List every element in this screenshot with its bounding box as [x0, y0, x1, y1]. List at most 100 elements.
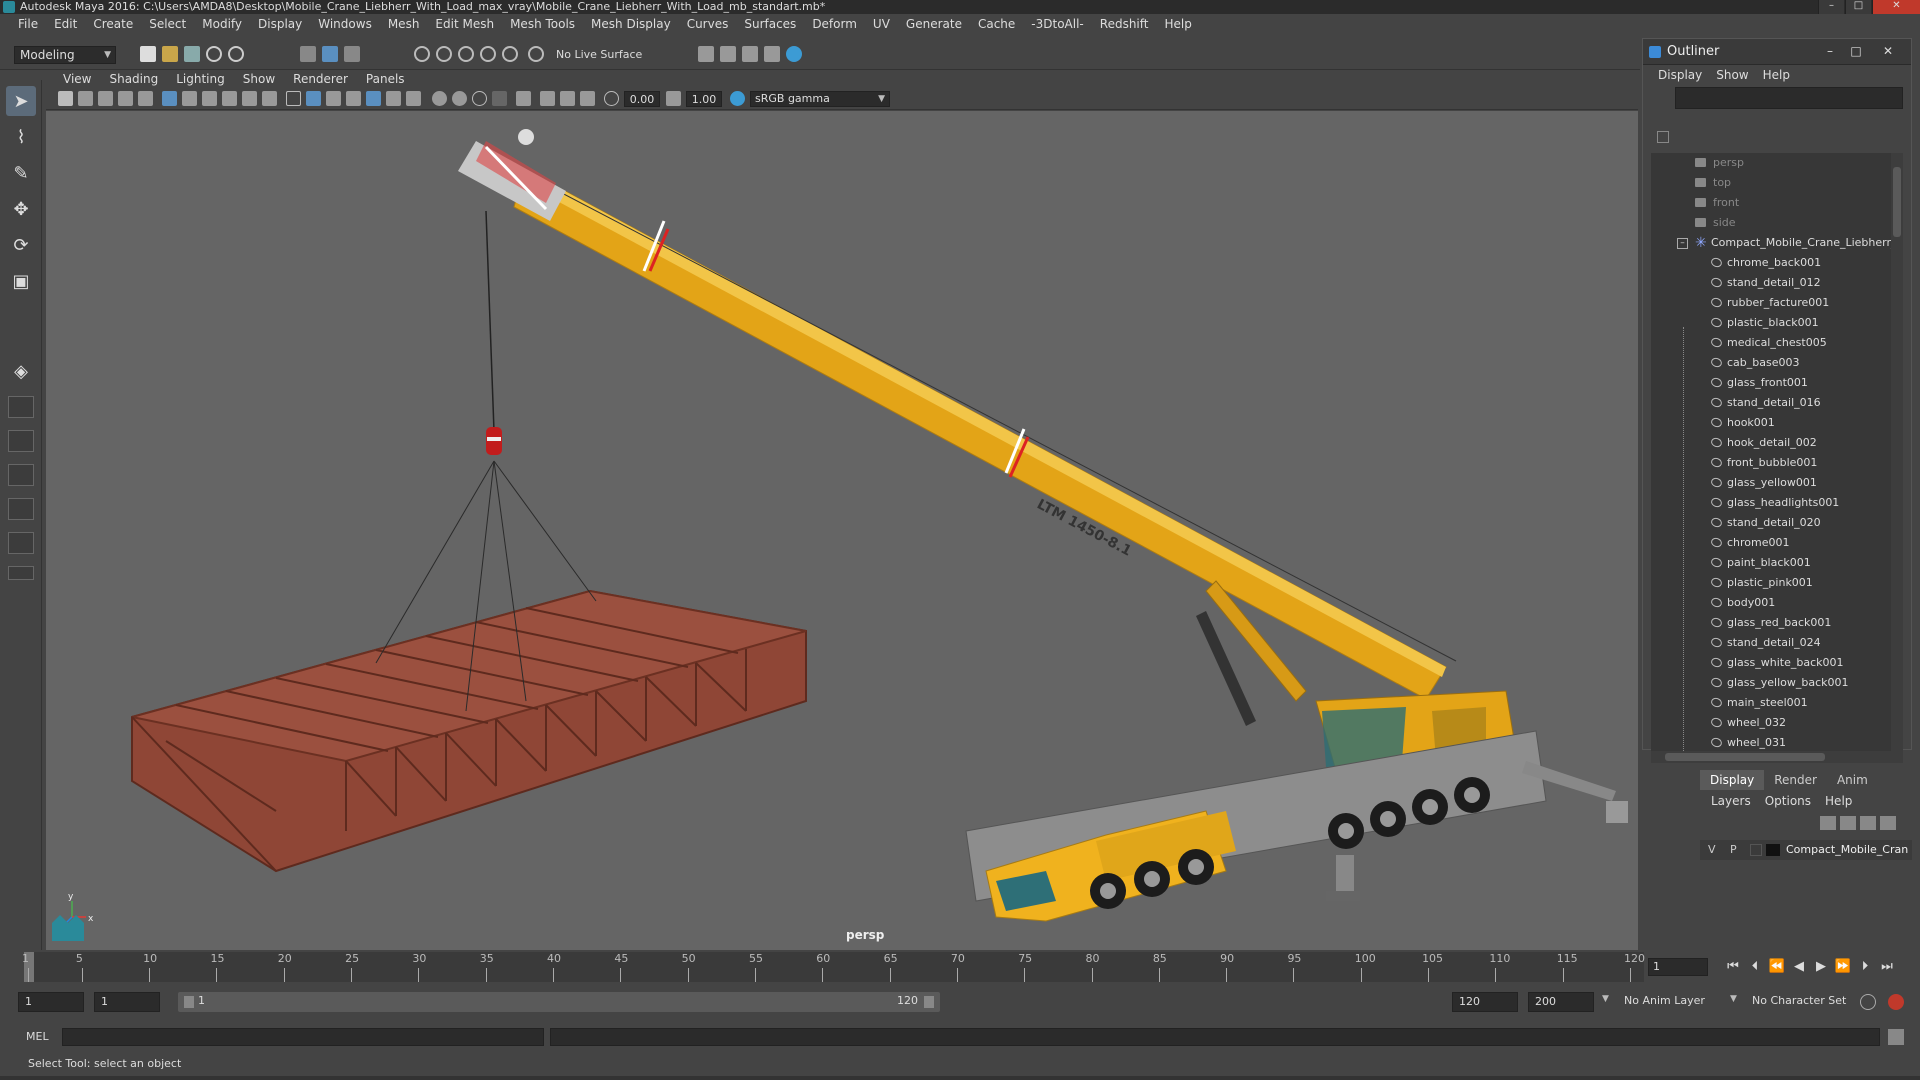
- open-scene-icon[interactable]: [162, 46, 178, 62]
- undo-icon[interactable]: [206, 46, 222, 62]
- step-back-key-icon[interactable]: ⏪: [1768, 958, 1786, 976]
- resolution-gate-icon[interactable]: [202, 91, 217, 106]
- render-frame-icon[interactable]: [720, 46, 736, 62]
- auto-key-icon[interactable]: [1860, 994, 1876, 1010]
- animation-start-field[interactable]: 1: [18, 992, 84, 1012]
- outliner-item[interactable]: stand_detail_020: [1651, 513, 1903, 533]
- exposure-field[interactable]: 0.00: [624, 91, 660, 107]
- minimize-button[interactable]: –: [1818, 0, 1844, 14]
- layer-visibility-toggle[interactable]: V: [1708, 840, 1716, 860]
- outliner-minimize-button[interactable]: –: [1821, 43, 1839, 59]
- xray-active-components-icon[interactable]: [560, 91, 575, 106]
- range-slider[interactable]: 1 120: [178, 992, 940, 1012]
- anim-layer-dropdown-icon[interactable]: ▼: [1602, 994, 1609, 1004]
- four-view-layout-icon[interactable]: [8, 396, 34, 418]
- outliner-item[interactable]: chrome_back001: [1651, 253, 1903, 273]
- playback-end-field[interactable]: 120: [1452, 992, 1518, 1012]
- menu-windows[interactable]: Windows: [310, 17, 380, 31]
- exposure-icon[interactable]: [604, 91, 619, 106]
- scrollbar-thumb[interactable]: [1665, 753, 1825, 761]
- panel-menu-show[interactable]: Show: [234, 72, 284, 86]
- perspective-viewport[interactable]: LTM 1450-8.1 y x persp: [46, 111, 1638, 950]
- menu-curves[interactable]: Curves: [679, 17, 737, 31]
- outliner-item-side[interactable]: side: [1651, 213, 1903, 233]
- field-chart-icon[interactable]: [242, 91, 257, 106]
- outliner-item[interactable]: medical_chest005: [1651, 333, 1903, 353]
- panel-menu-renderer[interactable]: Renderer: [284, 72, 357, 86]
- select-by-hierarchy-icon[interactable]: [300, 46, 316, 62]
- playback-start-field[interactable]: 1: [94, 992, 160, 1012]
- menu-3dtoall[interactable]: -3DtoAll-: [1023, 17, 1091, 31]
- snap-live-icon[interactable]: [502, 46, 518, 62]
- menu-mesh-display[interactable]: Mesh Display: [583, 17, 679, 31]
- maximize-button[interactable]: □: [1845, 0, 1871, 14]
- outliner-item[interactable]: paint_black001: [1651, 553, 1903, 573]
- character-set-selector[interactable]: No Character Set: [1752, 994, 1846, 1007]
- menu-mesh-tools[interactable]: Mesh Tools: [502, 17, 583, 31]
- make-live-icon[interactable]: [528, 46, 544, 62]
- move-layer-down-icon[interactable]: [1840, 816, 1856, 830]
- outliner-item[interactable]: hook_detail_002: [1651, 433, 1903, 453]
- xray-icon[interactable]: [540, 91, 555, 106]
- outliner-menu-show[interactable]: Show: [1709, 68, 1755, 82]
- last-tool-icon[interactable]: ◈: [6, 356, 36, 386]
- scale-tool-icon[interactable]: ▣: [6, 266, 36, 296]
- smooth-shade-icon[interactable]: [306, 91, 321, 106]
- select-tool-icon[interactable]: ➤: [6, 86, 36, 116]
- script-editor-icon[interactable]: [1888, 1029, 1904, 1045]
- step-back-frame-icon[interactable]: ⏴: [1746, 958, 1764, 976]
- live-surface-label[interactable]: No Live Surface: [556, 46, 642, 64]
- menu-edit[interactable]: Edit: [46, 17, 85, 31]
- ipr-render-icon[interactable]: [742, 46, 758, 62]
- wireframe-icon[interactable]: [286, 91, 301, 106]
- go-to-end-icon[interactable]: ⏭: [1878, 958, 1896, 976]
- outliner-close-button[interactable]: ✕: [1879, 43, 1897, 59]
- outliner-item[interactable]: body001: [1651, 593, 1903, 613]
- outliner-item[interactable]: stand_detail_012: [1651, 273, 1903, 293]
- outliner-search-field[interactable]: [1675, 87, 1903, 109]
- animation-end-field[interactable]: 200: [1528, 992, 1594, 1012]
- outliner-item[interactable]: glass_red_back001: [1651, 613, 1903, 633]
- shadows-icon[interactable]: [406, 91, 421, 106]
- menu-create[interactable]: Create: [85, 17, 141, 31]
- outliner-item[interactable]: chrome001: [1651, 533, 1903, 553]
- hypershade-layout-icon[interactable]: [8, 532, 34, 554]
- tab-display[interactable]: Display: [1700, 770, 1765, 790]
- menu-edit-mesh[interactable]: Edit Mesh: [427, 17, 502, 31]
- redo-icon[interactable]: [228, 46, 244, 62]
- rotate-tool-icon[interactable]: ⟳: [6, 230, 36, 260]
- outliner-item[interactable]: glass_white_back001: [1651, 653, 1903, 673]
- go-to-start-icon[interactable]: ⏮: [1724, 958, 1742, 976]
- layer-display-type-toggle[interactable]: [1750, 844, 1762, 856]
- camera-attributes-icon[interactable]: [78, 91, 93, 106]
- grease-pencil-icon[interactable]: [138, 91, 153, 106]
- save-scene-icon[interactable]: [184, 46, 200, 62]
- outliner-persp-layout-icon[interactable]: [8, 464, 34, 486]
- layer-color-swatch[interactable]: [1766, 844, 1780, 856]
- outliner-tree[interactable]: persp top front side – ✳ Compact_Mobile_…: [1651, 153, 1903, 763]
- menu-file[interactable]: File: [10, 17, 46, 31]
- outliner-item[interactable]: glass_headlights001: [1651, 493, 1903, 513]
- view-transform-selector[interactable]: sRGB gamma: [750, 91, 890, 107]
- layer-playback-toggle[interactable]: P: [1730, 840, 1737, 860]
- menu-modify[interactable]: Modify: [194, 17, 250, 31]
- panel-menu-shading[interactable]: Shading: [100, 72, 167, 86]
- gate-mask-icon[interactable]: [222, 91, 237, 106]
- animation-preferences-icon[interactable]: [1888, 994, 1904, 1010]
- outliner-item[interactable]: wheel_032: [1651, 713, 1903, 733]
- snap-point-icon[interactable]: [458, 46, 474, 62]
- time-slider-track[interactable]: [24, 952, 1644, 982]
- menu-help[interactable]: Help: [1156, 17, 1199, 31]
- current-frame-field[interactable]: 1: [1648, 958, 1708, 976]
- layer-menu-layers[interactable]: Layers: [1704, 794, 1758, 808]
- outliner-item[interactable]: main_steel001: [1651, 693, 1903, 713]
- select-by-object-icon[interactable]: [322, 46, 338, 62]
- collapse-layouts-icon[interactable]: [8, 566, 34, 580]
- outliner-vertical-scrollbar[interactable]: [1891, 153, 1903, 753]
- use-default-material-icon[interactable]: [326, 91, 341, 106]
- isolate-select-icon[interactable]: [516, 91, 531, 106]
- textured-icon[interactable]: [366, 91, 381, 106]
- tab-render[interactable]: Render: [1764, 770, 1827, 790]
- outliner-menu-display[interactable]: Display: [1651, 68, 1709, 82]
- outliner-item[interactable]: plastic_black001: [1651, 313, 1903, 333]
